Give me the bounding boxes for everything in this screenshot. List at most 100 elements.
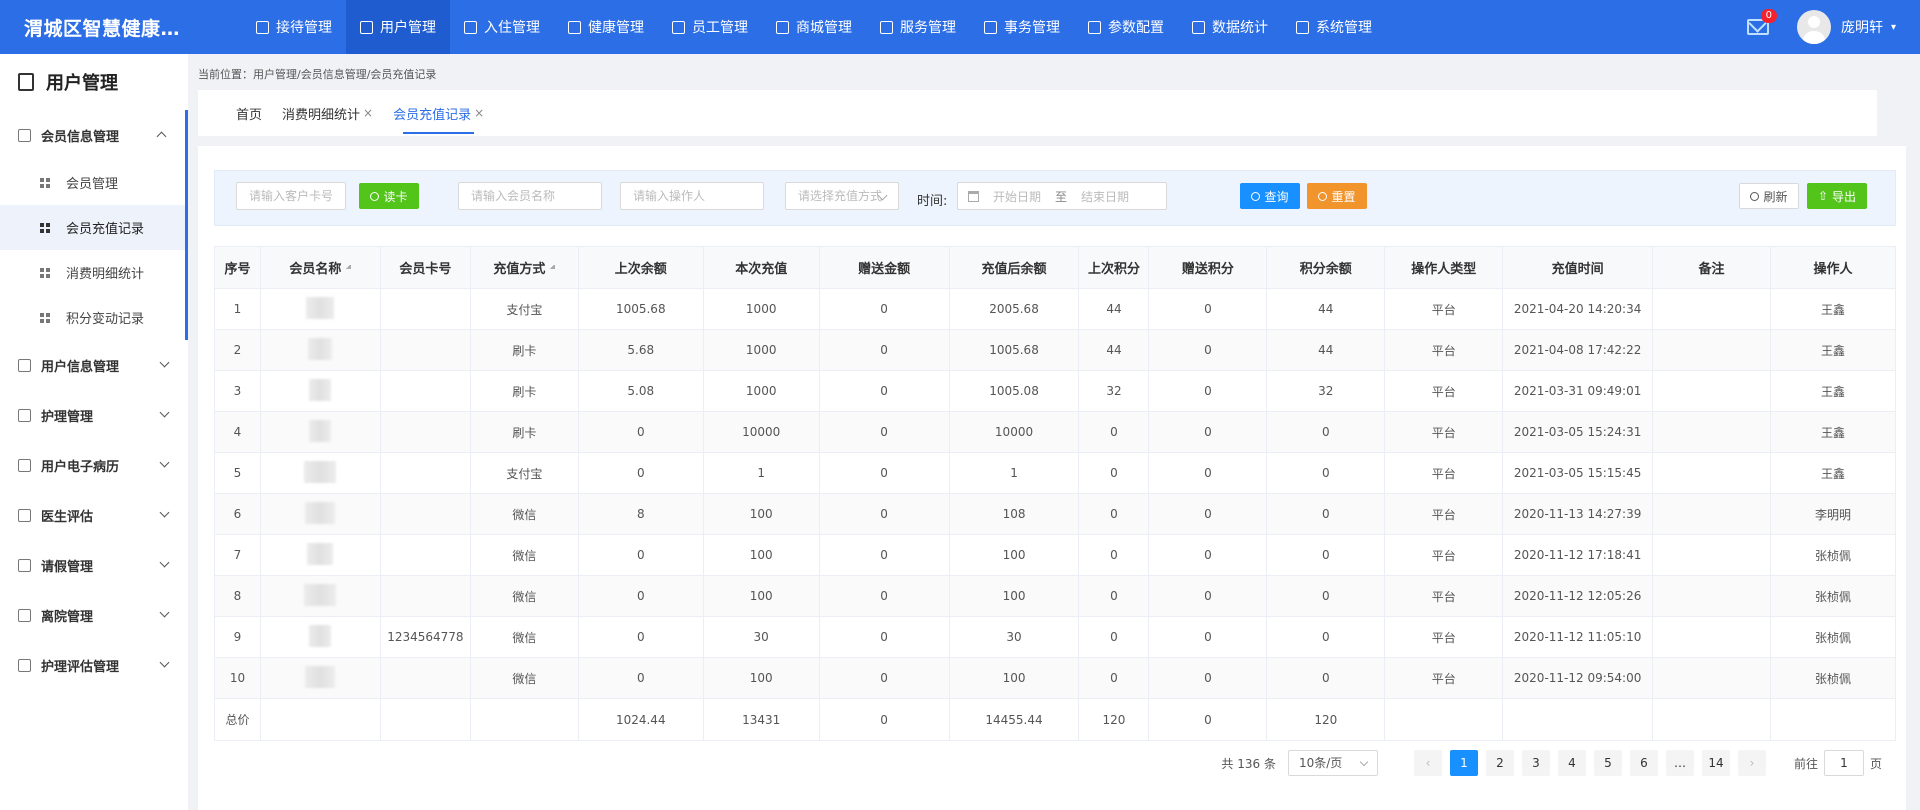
- chevron-down-icon: [159, 457, 170, 468]
- document-icon: [464, 20, 477, 34]
- sidebar-group-user-info[interactable]: 用户信息管理: [0, 340, 188, 390]
- sidebar-group-doctor-eval[interactable]: 医生评估: [0, 490, 188, 540]
- sidebar-item-member-management[interactable]: 会员管理: [0, 160, 185, 205]
- recharge-method-select[interactable]: 请选择充值方式: [785, 182, 899, 210]
- sidebar-group-member-info[interactable]: 会员信息管理: [0, 110, 185, 160]
- cell-recharge: 1000: [702, 370, 820, 412]
- start-date[interactable]: 开始日期: [993, 188, 1041, 205]
- close-icon[interactable]: ×: [474, 106, 484, 120]
- col-recharge-time: 充值时间: [1502, 246, 1654, 289]
- table-row: 10 微信 0 100 0 100 0 0 0 平台 2020-11-12 09:54:00 张桢佩: [214, 657, 1896, 699]
- page-button-3[interactable]: 3: [1521, 750, 1550, 776]
- cell-prev-balance: 5.08: [577, 370, 704, 412]
- cell-recharge-time: 2021-03-05 15:24:31: [1502, 411, 1654, 453]
- sidebar-item-consumption-stats[interactable]: 消费明细统计: [0, 250, 185, 295]
- sidebar-group-nursing-eval[interactable]: 护理评估管理: [0, 640, 188, 690]
- search-button[interactable]: 查询: [1240, 183, 1300, 209]
- close-icon[interactable]: ×: [363, 106, 373, 120]
- sidebar-group-discharge[interactable]: 离院管理: [0, 590, 188, 640]
- date-range-picker[interactable]: 开始日期 至 结束日期: [957, 182, 1167, 210]
- redacted-name: [309, 378, 332, 401]
- cell-operator-type: 平台: [1384, 452, 1504, 494]
- page-size-select[interactable]: 10条/页: [1287, 750, 1378, 776]
- cell-gift-points: 0: [1148, 452, 1268, 494]
- prev-page-button[interactable]: ‹: [1413, 750, 1442, 776]
- sort-icon[interactable]: [345, 264, 352, 275]
- cell-points-balance: 44: [1266, 288, 1386, 330]
- nav-affairs[interactable]: 事务管理: [970, 0, 1074, 54]
- sidebar-group-nursing[interactable]: 护理管理: [0, 390, 188, 440]
- page-button-4[interactable]: 4: [1557, 750, 1586, 776]
- cell-prev-points: 44: [1078, 329, 1150, 371]
- refresh-button[interactable]: 刷新: [1739, 183, 1799, 209]
- cell-gift-amount: 0: [818, 329, 950, 371]
- page-jump-input[interactable]: 1: [1823, 750, 1864, 776]
- cell-recharge: 1: [702, 452, 820, 494]
- more-pages-button[interactable]: …: [1665, 750, 1694, 776]
- book-icon: [18, 73, 34, 91]
- time-label: 时间:: [917, 194, 948, 209]
- read-card-button[interactable]: 读卡: [359, 183, 419, 209]
- chevron-down-icon: [159, 607, 170, 618]
- col-member-name[interactable]: 会员名称: [259, 246, 381, 289]
- nav-mall[interactable]: 商城管理: [762, 0, 866, 54]
- nav-params[interactable]: 参数配置: [1074, 0, 1178, 54]
- tab-home[interactable]: 首页: [226, 90, 272, 136]
- table-row: 5 支付宝 0 1 0 1 0 0 0 平台 2021-03-05 15:15:45 王鑫: [214, 452, 1896, 494]
- next-page-button[interactable]: ›: [1737, 750, 1766, 776]
- breadcrumb: 当前位置：用户管理/会员信息管理/会员充值记录: [198, 68, 437, 81]
- cell-operator: 王鑫: [1770, 288, 1896, 330]
- page-button-14[interactable]: 14: [1701, 750, 1730, 776]
- nav-health[interactable]: 健康管理: [554, 0, 658, 54]
- tab-consumption-stats[interactable]: 消费明细统计 ×: [272, 90, 383, 136]
- mail-icon[interactable]: 0: [1746, 9, 1777, 35]
- sidebar-group-leave[interactable]: 请假管理: [0, 540, 188, 590]
- cell-balance-after: 1: [948, 452, 1080, 494]
- end-date[interactable]: 结束日期: [1081, 188, 1129, 205]
- cell-method: 微信: [469, 534, 579, 576]
- chevron-down-icon[interactable]: ▾: [1891, 22, 1896, 33]
- cell-remark: [1652, 616, 1771, 658]
- page-button-6[interactable]: 6: [1629, 750, 1658, 776]
- cell-method: 刷卡: [469, 329, 579, 371]
- total-cell-remark: [1652, 698, 1771, 741]
- member-name-input[interactable]: 请输入会员名称: [458, 182, 602, 210]
- cell-balance-after: 2005.68: [948, 288, 1080, 330]
- nav-staff[interactable]: 员工管理: [658, 0, 762, 54]
- cell-recharge: 100: [702, 657, 820, 699]
- card-number-input[interactable]: 请输入客户卡号: [236, 182, 346, 210]
- user-name[interactable]: 庞明轩: [1841, 17, 1883, 37]
- export-button[interactable]: ⇧ 导出: [1807, 183, 1867, 209]
- operator-input[interactable]: 请输入操作人: [620, 182, 764, 210]
- sort-icon[interactable]: [549, 264, 556, 275]
- sidebar-item-points-records[interactable]: 积分变动记录: [0, 295, 185, 340]
- cell-prev-points: 0: [1078, 575, 1150, 617]
- cell-operator-type: 平台: [1384, 493, 1504, 535]
- page-button-1[interactable]: 1: [1449, 750, 1478, 776]
- col-method[interactable]: 充值方式: [469, 246, 579, 289]
- reset-button[interactable]: 重置: [1307, 183, 1367, 209]
- nav-system[interactable]: 系统管理: [1282, 0, 1386, 54]
- cell-prev-balance: 0: [577, 452, 704, 494]
- cell-index: 9: [214, 616, 261, 658]
- avatar[interactable]: [1796, 10, 1831, 44]
- redacted-name: [305, 501, 336, 524]
- sidebar-group-medical-records[interactable]: 用户电子病历: [0, 440, 188, 490]
- page-button-5[interactable]: 5: [1593, 750, 1622, 776]
- document-icon: [18, 408, 31, 422]
- col-prev-balance: 上次余额: [577, 246, 704, 289]
- tab-recharge-records[interactable]: 会员充值记录 ×: [383, 90, 494, 136]
- nav-statistics[interactable]: 数据统计: [1178, 0, 1282, 54]
- sidebar-item-recharge-records[interactable]: 会员充值记录: [0, 205, 185, 250]
- total-count: 共 136 条: [1221, 756, 1276, 771]
- nav-service[interactable]: 服务管理: [866, 0, 970, 54]
- page-button-2[interactable]: 2: [1485, 750, 1514, 776]
- nav-checkin[interactable]: 入住管理: [450, 0, 554, 54]
- nav-reception[interactable]: 接待管理: [242, 0, 346, 54]
- cell-index: 5: [214, 452, 261, 494]
- cell-recharge-time: 2020-11-12 17:18:41: [1502, 534, 1654, 576]
- pagination: 共 136 条 10条/页 ‹ 1 2 3 4 5 6 … 14 › 前往 1 …: [1221, 750, 1882, 776]
- nav-user-management[interactable]: 用户管理: [346, 0, 450, 54]
- cell-member-name: [259, 370, 381, 412]
- cell-remark: [1652, 493, 1771, 535]
